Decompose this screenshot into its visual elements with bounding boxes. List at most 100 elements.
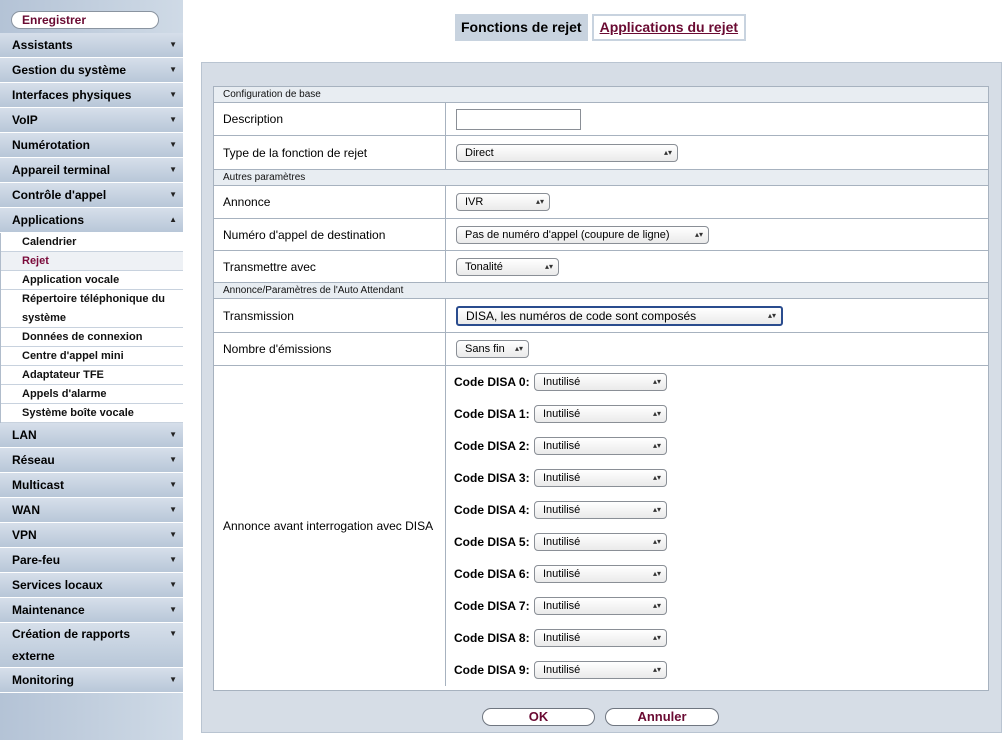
- disa-code-select[interactable]: Inutilisé ▴▾: [534, 629, 667, 647]
- main-panel: Configuration de base Description Type d…: [201, 62, 1002, 733]
- disa-code-row: Code DISA 9: Inutilisé ▴▾: [454, 654, 667, 686]
- sidebar-item-maintenance[interactable]: Maintenance ▼: [0, 598, 183, 623]
- sidebar-item-applications[interactable]: Applications ▲: [0, 208, 183, 233]
- select-updown-icon: ▴▾: [652, 537, 661, 546]
- chevron-up-icon: ▲: [169, 215, 177, 224]
- disa-code-label: Code DISA 7:: [454, 599, 530, 613]
- sidebar-subitem-alarm-calls[interactable]: Appels d'alarme: [1, 385, 183, 404]
- sidebar-item-call-control[interactable]: Contrôle d'appel ▼: [0, 183, 183, 208]
- select-updown-icon: ▴▾: [652, 569, 661, 578]
- sidebar-item-external-reporting[interactable]: Création de rapports externe ▼: [0, 623, 183, 668]
- sidebar-item-monitoring[interactable]: Monitoring ▼: [0, 668, 183, 693]
- chevron-down-icon: ▼: [169, 530, 177, 539]
- annonce-select[interactable]: IVR ▴▾: [456, 193, 550, 211]
- destination-number-select[interactable]: Pas de numéro d'appel (coupure de ligne)…: [456, 225, 709, 244]
- sidebar-item-local-services[interactable]: Services locaux ▼: [0, 573, 183, 598]
- disa-group-label: Annonce avant interrogation avec DISA: [214, 366, 446, 686]
- select-updown-icon: ▴▾: [652, 601, 661, 610]
- chevron-down-icon: ▼: [169, 40, 177, 49]
- disa-code-row: Code DISA 7: Inutilisé ▴▾: [454, 590, 667, 622]
- section-basic-config: Configuration de base: [214, 87, 988, 103]
- transmit-with-select[interactable]: Tonalité ▴▾: [456, 257, 559, 276]
- row-disa: Annonce avant interrogation avec DISA Co…: [214, 366, 988, 686]
- cancel-button[interactable]: Annuler: [605, 708, 719, 726]
- form-buttons: OK Annuler: [202, 708, 1003, 728]
- ok-button[interactable]: OK: [482, 708, 595, 726]
- disa-code-row: Code DISA 5: Inutilisé ▴▾: [454, 526, 667, 558]
- sidebar-item-system-management[interactable]: Gestion du système ▼: [0, 58, 183, 83]
- rejection-type-select[interactable]: Direct ▴▾: [456, 143, 678, 162]
- disa-code-row: Code DISA 6: Inutilisé ▴▾: [454, 558, 667, 590]
- sidebar-subitem-phonebook[interactable]: Répertoire téléphonique du système: [1, 290, 183, 328]
- sidebar-item-numbering[interactable]: Numérotation ▼: [0, 133, 183, 158]
- disa-code-row: Code DISA 1: Inutilisé ▴▾: [454, 398, 667, 430]
- emissions-label: Nombre d'émissions: [214, 333, 446, 365]
- tab-rejection-applications[interactable]: Applications du rejet: [591, 14, 747, 41]
- chevron-down-icon: ▼: [169, 430, 177, 439]
- row-description: Description: [214, 103, 988, 136]
- disa-code-list: Code DISA 0: Inutilisé ▴▾ Code DISA 1: Inut…: [446, 366, 988, 686]
- disa-code-select[interactable]: Inutilisé ▴▾: [534, 661, 667, 679]
- sidebar-subitem-tfe-adapter[interactable]: Adaptateur TFE: [1, 366, 183, 385]
- chevron-down-icon: ▼: [169, 190, 177, 199]
- select-updown-icon: ▴▾: [535, 197, 544, 206]
- tab-rejection-functions[interactable]: Fonctions de rejet: [455, 14, 588, 41]
- disa-code-select[interactable]: Inutilisé ▴▾: [534, 565, 667, 583]
- transmission-label: Transmission: [214, 299, 446, 332]
- sidebar-item-firewall[interactable]: Pare-feu ▼: [0, 548, 183, 573]
- sidebar-submenu-applications: Calendrier Rejet Application vocale Répe…: [0, 233, 183, 423]
- disa-code-select[interactable]: Inutilisé ▴▾: [534, 469, 667, 487]
- chevron-down-icon: ▼: [169, 90, 177, 99]
- disa-code-label: Code DISA 2:: [454, 439, 530, 453]
- chevron-down-icon: ▼: [169, 165, 177, 174]
- chevron-down-icon: ▼: [169, 555, 177, 564]
- rejection-type-label: Type de la fonction de rejet: [214, 136, 446, 169]
- disa-code-label: Code DISA 1:: [454, 407, 530, 421]
- disa-code-row: Code DISA 4: Inutilisé ▴▾: [454, 494, 667, 526]
- sidebar-item-lan[interactable]: LAN ▼: [0, 423, 183, 448]
- select-updown-icon: ▴▾: [544, 261, 553, 271]
- tab-bar: Fonctions de rejet Applications du rejet: [455, 14, 747, 41]
- chevron-down-icon: ▼: [169, 65, 177, 74]
- sidebar-item-multicast[interactable]: Multicast ▼: [0, 473, 183, 498]
- sidebar-item-network[interactable]: Réseau ▼: [0, 448, 183, 473]
- disa-code-select[interactable]: Inutilisé ▴▾: [534, 405, 667, 423]
- destination-number-label: Numéro d'appel de destination: [214, 219, 446, 250]
- sidebar-item-vpn[interactable]: VPN ▼: [0, 523, 183, 548]
- description-input[interactable]: [456, 108, 581, 130]
- sidebar-item-assistants[interactable]: Assistants ▼: [0, 33, 183, 58]
- disa-code-label: Code DISA 8:: [454, 631, 530, 645]
- select-updown-icon: ▴▾: [663, 147, 672, 157]
- emissions-select[interactable]: Sans fin ▴▾: [456, 340, 529, 358]
- sidebar-item-voip[interactable]: VoIP ▼: [0, 108, 183, 133]
- sidebar-subitem-mini-call-center[interactable]: Centre d'appel mini: [1, 347, 183, 366]
- disa-code-label: Code DISA 6:: [454, 567, 530, 581]
- section-other-params: Autres paramètres: [214, 170, 988, 186]
- transmit-with-label: Transmettre avec: [214, 251, 446, 282]
- disa-code-select[interactable]: Inutilisé ▴▾: [534, 597, 667, 615]
- sidebar-subitem-connection-data[interactable]: Données de connexion: [1, 328, 183, 347]
- sidebar-subitem-calendar[interactable]: Calendrier: [1, 233, 183, 252]
- disa-code-select[interactable]: Inutilisé ▴▾: [534, 533, 667, 551]
- select-updown-icon: ▴▾: [767, 310, 776, 320]
- disa-code-row: Code DISA 0: Inutilisé ▴▾: [454, 366, 667, 398]
- sidebar: Enregistrer Assistants ▼ Gestion du systè…: [0, 0, 183, 740]
- disa-code-row: Code DISA 8: Inutilisé ▴▾: [454, 622, 667, 654]
- sidebar-item-wan[interactable]: WAN ▼: [0, 498, 183, 523]
- disa-code-select[interactable]: Inutilisé ▴▾: [534, 437, 667, 455]
- transmission-select[interactable]: DISA, les numéros de code sont composés ▴…: [456, 305, 783, 326]
- select-updown-icon: ▴▾: [514, 344, 523, 353]
- disa-code-select[interactable]: Inutilisé ▴▾: [534, 373, 667, 391]
- register-button[interactable]: Enregistrer: [11, 11, 159, 29]
- row-rejection-type: Type de la fonction de rejet Direct ▴▾: [214, 136, 988, 170]
- disa-code-select[interactable]: Inutilisé ▴▾: [534, 501, 667, 519]
- sidebar-subitem-voicemail-system[interactable]: Système boîte vocale: [1, 404, 183, 423]
- sidebar-item-physical-interfaces[interactable]: Interfaces physiques ▼: [0, 83, 183, 108]
- row-destination-number: Numéro d'appel de destination Pas de num…: [214, 219, 988, 251]
- sidebar-item-terminal-device[interactable]: Appareil terminal ▼: [0, 158, 183, 183]
- chevron-down-icon: ▼: [169, 629, 177, 638]
- sidebar-subitem-rejet[interactable]: Rejet: [1, 252, 183, 271]
- select-updown-icon: ▴▾: [652, 441, 661, 450]
- sidebar-subitem-voice-application[interactable]: Application vocale: [1, 271, 183, 290]
- select-updown-icon: ▴▾: [652, 409, 661, 418]
